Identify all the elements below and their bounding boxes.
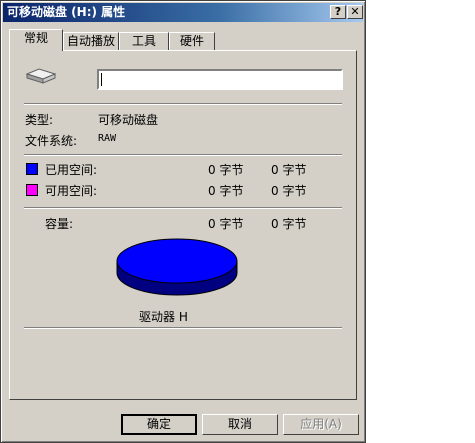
separator-1 (24, 103, 342, 105)
type-label: 类型: (25, 113, 54, 127)
free-space-bytes: 0 字节 (208, 184, 244, 198)
used-space-bytes: 0 字节 (208, 163, 244, 177)
apply-button-label: 应用(A) (300, 417, 342, 431)
help-button[interactable]: ? (330, 5, 346, 19)
apply-button[interactable]: 应用(A) (283, 414, 359, 435)
free-space-label: 可用空间: (45, 184, 98, 198)
disk-usage-pie-chart (116, 238, 238, 296)
ok-button[interactable]: 确定 (121, 414, 197, 435)
close-button[interactable]: ✕ (347, 5, 363, 19)
tab-hardware[interactable]: 硬件 (169, 32, 215, 50)
separator-3 (24, 207, 342, 209)
cancel-button-label: 取消 (227, 417, 252, 431)
filesystem-value: RAW (98, 133, 117, 144)
separator-4 (24, 327, 342, 329)
pie-top (116, 238, 238, 284)
used-space-size: 0 字节 (271, 163, 307, 177)
tab-hardware-label: 硬件 (179, 34, 204, 48)
properties-dialog: 可移动磁盘 (H:) 属性 ? ✕ 常规 自动播放 工具 硬件 类型: 可移动磁… (0, 0, 366, 443)
free-space-swatch (26, 184, 38, 196)
ok-button-label: 确定 (146, 417, 171, 431)
window-title: 可移动磁盘 (H:) 属性 (7, 5, 126, 19)
tab-autoplay-label: 自动播放 (66, 34, 115, 48)
used-space-swatch (26, 163, 38, 175)
tab-tools[interactable]: 工具 (119, 32, 169, 50)
tab-general[interactable]: 常规 (9, 29, 63, 51)
close-icon: ✕ (350, 5, 360, 18)
cancel-button[interactable]: 取消 (202, 414, 278, 435)
filesystem-label: 文件系统: (25, 134, 78, 148)
used-space-label: 已用空间: (45, 163, 98, 177)
capacity-size: 0 字节 (271, 217, 307, 231)
free-space-size: 0 字节 (271, 184, 307, 198)
separator-2 (24, 154, 342, 156)
drive-label: 驱动器 H (139, 310, 188, 324)
type-value: 可移动磁盘 (98, 113, 159, 127)
tab-autoplay[interactable]: 自动播放 (63, 32, 119, 50)
removable-drive-icon (25, 68, 57, 84)
volume-name-input[interactable] (97, 69, 343, 90)
help-icon: ? (334, 5, 342, 18)
tab-tools-label: 工具 (131, 34, 156, 48)
text-caret (101, 73, 102, 86)
title-bar[interactable]: 可移动磁盘 (H:) 属性 (3, 3, 363, 22)
tab-general-label: 常规 (23, 31, 48, 45)
capacity-bytes: 0 字节 (208, 217, 244, 231)
capacity-label: 容量: (45, 217, 74, 231)
